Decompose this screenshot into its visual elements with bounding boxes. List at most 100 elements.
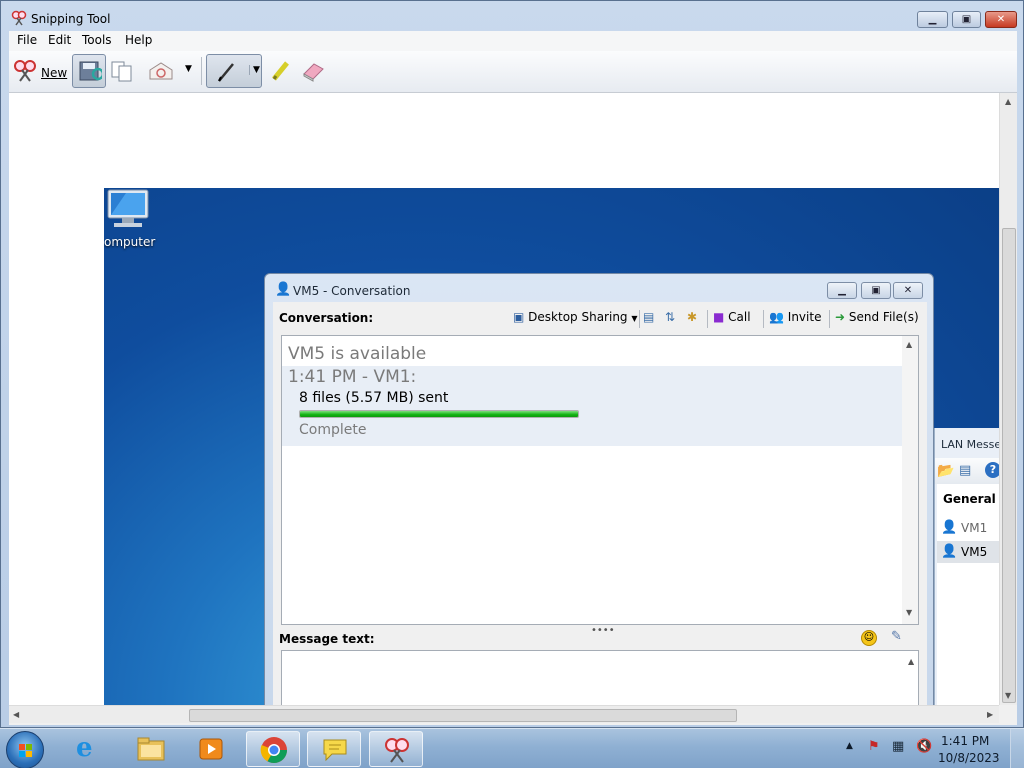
pen-button[interactable]: ▼ [206,54,262,88]
user-item-vm5[interactable]: 👤 VM5 [937,541,999,563]
taskbar-file-explorer[interactable] [124,731,178,767]
new-button[interactable]: New [11,54,69,88]
minimize-icon: ▁ [928,14,937,25]
toolbar-separator [707,310,708,328]
volume-muted-icon[interactable]: 🔇 [916,739,932,754]
chrome-icon [260,737,288,764]
transfers-icon[interactable]: ⇅ [665,310,675,324]
emoticon-icon[interactable]: ☺ [861,630,877,646]
canvas-vertical-scrollbar[interactable]: ▲ ▼ [999,93,1017,705]
taskbar: e ▲ ⚑ ▦ 🔇 1:41 PM 10/8/2023 [0,728,1024,768]
conv-close-button[interactable]: ✕ [893,282,923,299]
conv-maximize-button[interactable]: ▣ [861,282,891,299]
show-desktop-button[interactable] [1010,729,1024,768]
message-text-label: Message text: [279,632,375,646]
send-files-button[interactable]: ➜ Send File(s) [835,310,919,324]
user-icon: 👤 [941,544,958,559]
scroll-up-icon[interactable]: ▲ [908,657,914,666]
menu-tools[interactable]: Tools [78,33,116,47]
save-button[interactable] [72,54,106,88]
lan-messenger-title: LAN Messen [941,438,999,451]
scroll-left-icon[interactable]: ◀ [13,710,19,719]
scroll-right-icon[interactable]: ▶ [987,710,993,719]
user-name: VM1 [961,521,988,535]
start-button[interactable] [6,731,44,768]
snipping-tool-window: Snipping Tool ▁ ▣ ✕ File Edit Tools Help… [0,0,1024,728]
call-button[interactable]: ■ Call [713,310,751,324]
toolbar-separator [201,57,202,85]
pen-icon [218,63,234,82]
dropdown-arrow-icon: ▼ [631,314,638,323]
scroll-down-icon[interactable]: ▼ [1005,691,1011,700]
copy-icon [111,61,132,82]
user-item-vm1[interactable]: 👤 VM1 [937,517,999,539]
history-scrollbar[interactable]: ▲ ▼ [902,336,918,624]
notes-icon[interactable]: ▤ [959,463,971,478]
taskbar-lan-messenger[interactable] [307,731,361,767]
copy-button[interactable] [108,54,136,88]
taskbar-internet-explorer[interactable]: e [62,731,116,767]
message-timestamp: 1:41 PM - VM1: [288,367,417,387]
captured-desktop: omputer LAN Messen 📂 ▤ ? General 👤 VM1 [104,188,999,705]
lan-user-list: General 👤 VM1 👤 VM5 [937,484,999,705]
network-icon[interactable]: ▦ [892,739,904,754]
history-icon[interactable]: ▤ [643,310,654,324]
taskbar-media-player[interactable] [184,731,238,767]
folder-icon[interactable]: 📂 [937,463,954,479]
menu-file[interactable]: File [13,33,41,47]
conversation-title: VM5 - Conversation [293,284,411,298]
pen-dropdown-icon[interactable]: ▼ [249,65,260,75]
desktop-sharing-button[interactable]: ▣ Desktop Sharing ▼ [513,310,638,324]
minimize-button[interactable]: ▁ [917,11,948,28]
title-bar[interactable]: Snipping Tool ▁ ▣ ✕ [1,1,1023,31]
taskbar-snipping-tool[interactable] [369,731,423,767]
taskbar-chrome[interactable] [246,731,300,767]
send-snip-button[interactable]: ▼ [145,54,197,88]
message-input[interactable]: ▲ [281,650,919,705]
window-title: Snipping Tool [31,12,111,26]
folder-icon [137,737,165,761]
snipping-tool-client: File Edit Tools Help New ▼ ▼ omputer LAN… [9,31,1017,725]
vertical-scroll-thumb[interactable] [1002,228,1016,703]
clock-time[interactable]: 1:41 PM [941,734,989,748]
dropdown-arrow-icon[interactable]: ▼ [185,64,192,74]
maximize-icon: ▣ [871,285,881,296]
chat-bubble-icon [323,739,347,762]
send-files-label: Send File(s) [848,310,919,324]
toolbar-separator [829,310,830,328]
font-icon[interactable]: ✎ [891,629,902,644]
highlighter-button[interactable] [267,54,293,88]
media-player-icon [199,738,223,760]
canvas-horizontal-scrollbar[interactable]: ◀ ▶ [9,705,999,723]
status-message: VM5 is available [288,344,427,364]
clock-date[interactable]: 10/8/2023 [938,751,1000,765]
action-center-icon[interactable]: ⚑ [868,739,880,754]
snip-canvas[interactable]: omputer LAN Messen 📂 ▤ ? General 👤 VM1 [9,93,999,705]
settings-icon[interactable]: ✱ [687,310,697,324]
menu-bar: File Edit Tools Help [9,31,1017,51]
transfer-status: Complete [299,422,367,438]
users-icon: 👥 [769,310,784,324]
splitter-handle[interactable]: •••• [591,625,615,636]
toolbar-separator [639,310,640,328]
user-icon: 👤 [941,520,958,535]
close-button[interactable]: ✕ [985,11,1017,28]
maximize-icon: ▣ [961,14,972,25]
horizontal-scroll-thumb[interactable] [189,709,737,722]
scroll-down-icon[interactable]: ▼ [906,608,912,617]
conversation-history[interactable]: VM5 is available 1:41 PM - VM1: 8 files … [281,335,919,625]
menu-edit[interactable]: Edit [44,33,75,47]
menu-help[interactable]: Help [121,33,156,47]
scroll-up-icon[interactable]: ▲ [1005,97,1011,106]
maximize-button[interactable]: ▣ [952,11,981,28]
help-icon[interactable]: ? [985,462,999,478]
invite-button[interactable]: 👥 Invite [769,310,821,324]
desktop-sharing-icon: ▣ [513,310,525,324]
show-hidden-icons-icon[interactable]: ▲ [846,741,853,751]
transfer-progress-fill [300,411,578,417]
user-name: VM5 [961,545,988,559]
eraser-button[interactable] [298,54,326,88]
scroll-up-icon[interactable]: ▲ [906,340,912,349]
conv-minimize-button[interactable]: ▁ [827,282,857,299]
scissors-icon [385,738,409,763]
